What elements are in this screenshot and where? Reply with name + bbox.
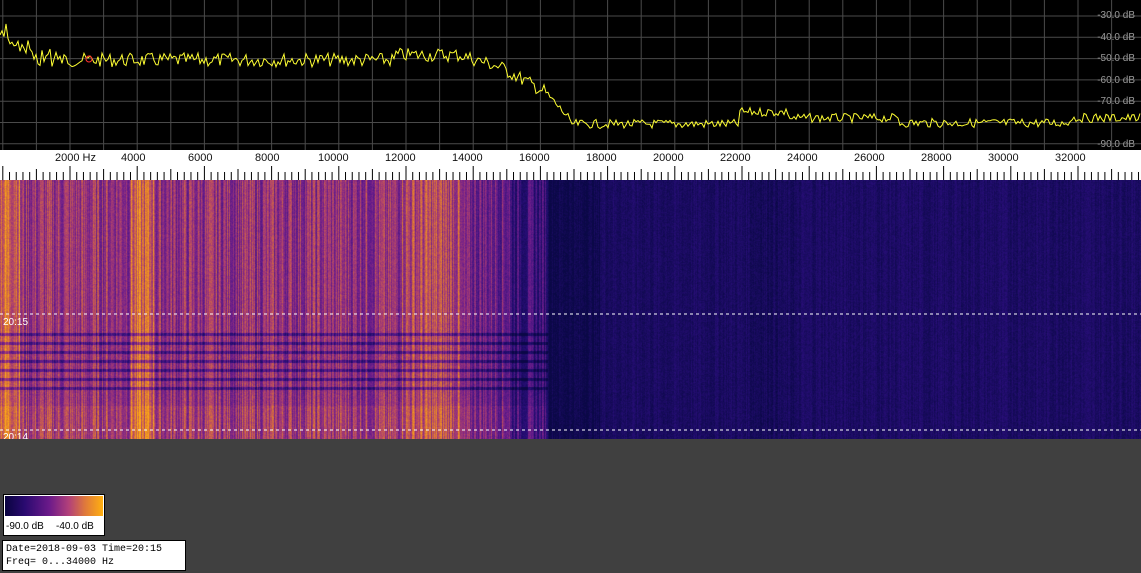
db-label-40: -40.0 dB bbox=[1097, 32, 1135, 43]
colorbar-max-label: -40.0 dB bbox=[56, 521, 94, 532]
colorbar-min-label: -90.0 dB bbox=[6, 521, 44, 532]
db-label-50: -50.0 dB bbox=[1097, 53, 1135, 64]
db-label-90: -90.0 dB bbox=[1097, 139, 1135, 150]
freq-label-10000: 10000 bbox=[318, 152, 349, 164]
waterfall-display[interactable]: 20:15 20:14 bbox=[0, 180, 1141, 443]
freq-label-22000: 22000 bbox=[720, 152, 751, 164]
info-date-time: Date=2018-09-03 Time=20:15 bbox=[6, 544, 163, 555]
waterfall-time-markers bbox=[0, 313, 1141, 431]
colorbar-gradient bbox=[5, 496, 103, 516]
freq-label-26000: 26000 bbox=[854, 152, 885, 164]
frequency-ticks bbox=[2, 166, 1139, 180]
freq-label-16000: 16000 bbox=[519, 152, 550, 164]
db-label-60: -60.0 dB bbox=[1097, 75, 1135, 86]
freq-label-12000: 12000 bbox=[385, 152, 416, 164]
info-panel: Date=2018-09-03 Time=20:15 Freq= 0...340… bbox=[2, 540, 186, 571]
freq-label-30000: 30000 bbox=[988, 152, 1019, 164]
freq-label-24000: 24000 bbox=[787, 152, 818, 164]
freq-label-20000: 20000 bbox=[653, 152, 684, 164]
frequency-axis: 2000 Hz 4000 6000 8000 10000 12000 14000… bbox=[0, 150, 1141, 180]
freq-label-18000: 18000 bbox=[586, 152, 617, 164]
freq-label-14000: 14000 bbox=[452, 152, 483, 164]
freq-label-2000: 2000 Hz bbox=[55, 152, 96, 164]
freq-label-6000: 6000 bbox=[188, 152, 213, 164]
spectrum-plot[interactable]: -30.0 dB -40.0 dB -50.0 dB -60.0 dB -70.… bbox=[0, 0, 1141, 150]
colorbar-legend: -90.0 dB -40.0 dB bbox=[3, 494, 105, 536]
freq-label-4000: 4000 bbox=[121, 152, 146, 164]
freq-label-32000: 32000 bbox=[1055, 152, 1086, 164]
info-frequency-range: Freq= 0...34000 Hz bbox=[6, 557, 115, 568]
db-label-30: -30.0 dB bbox=[1097, 10, 1135, 21]
freq-label-8000: 8000 bbox=[255, 152, 280, 164]
time-label-2015: 20:15 bbox=[3, 317, 29, 328]
spectrum-svg bbox=[0, 0, 1141, 150]
db-label-70: -70.0 dB bbox=[1097, 96, 1135, 107]
freq-label-28000: 28000 bbox=[921, 152, 952, 164]
